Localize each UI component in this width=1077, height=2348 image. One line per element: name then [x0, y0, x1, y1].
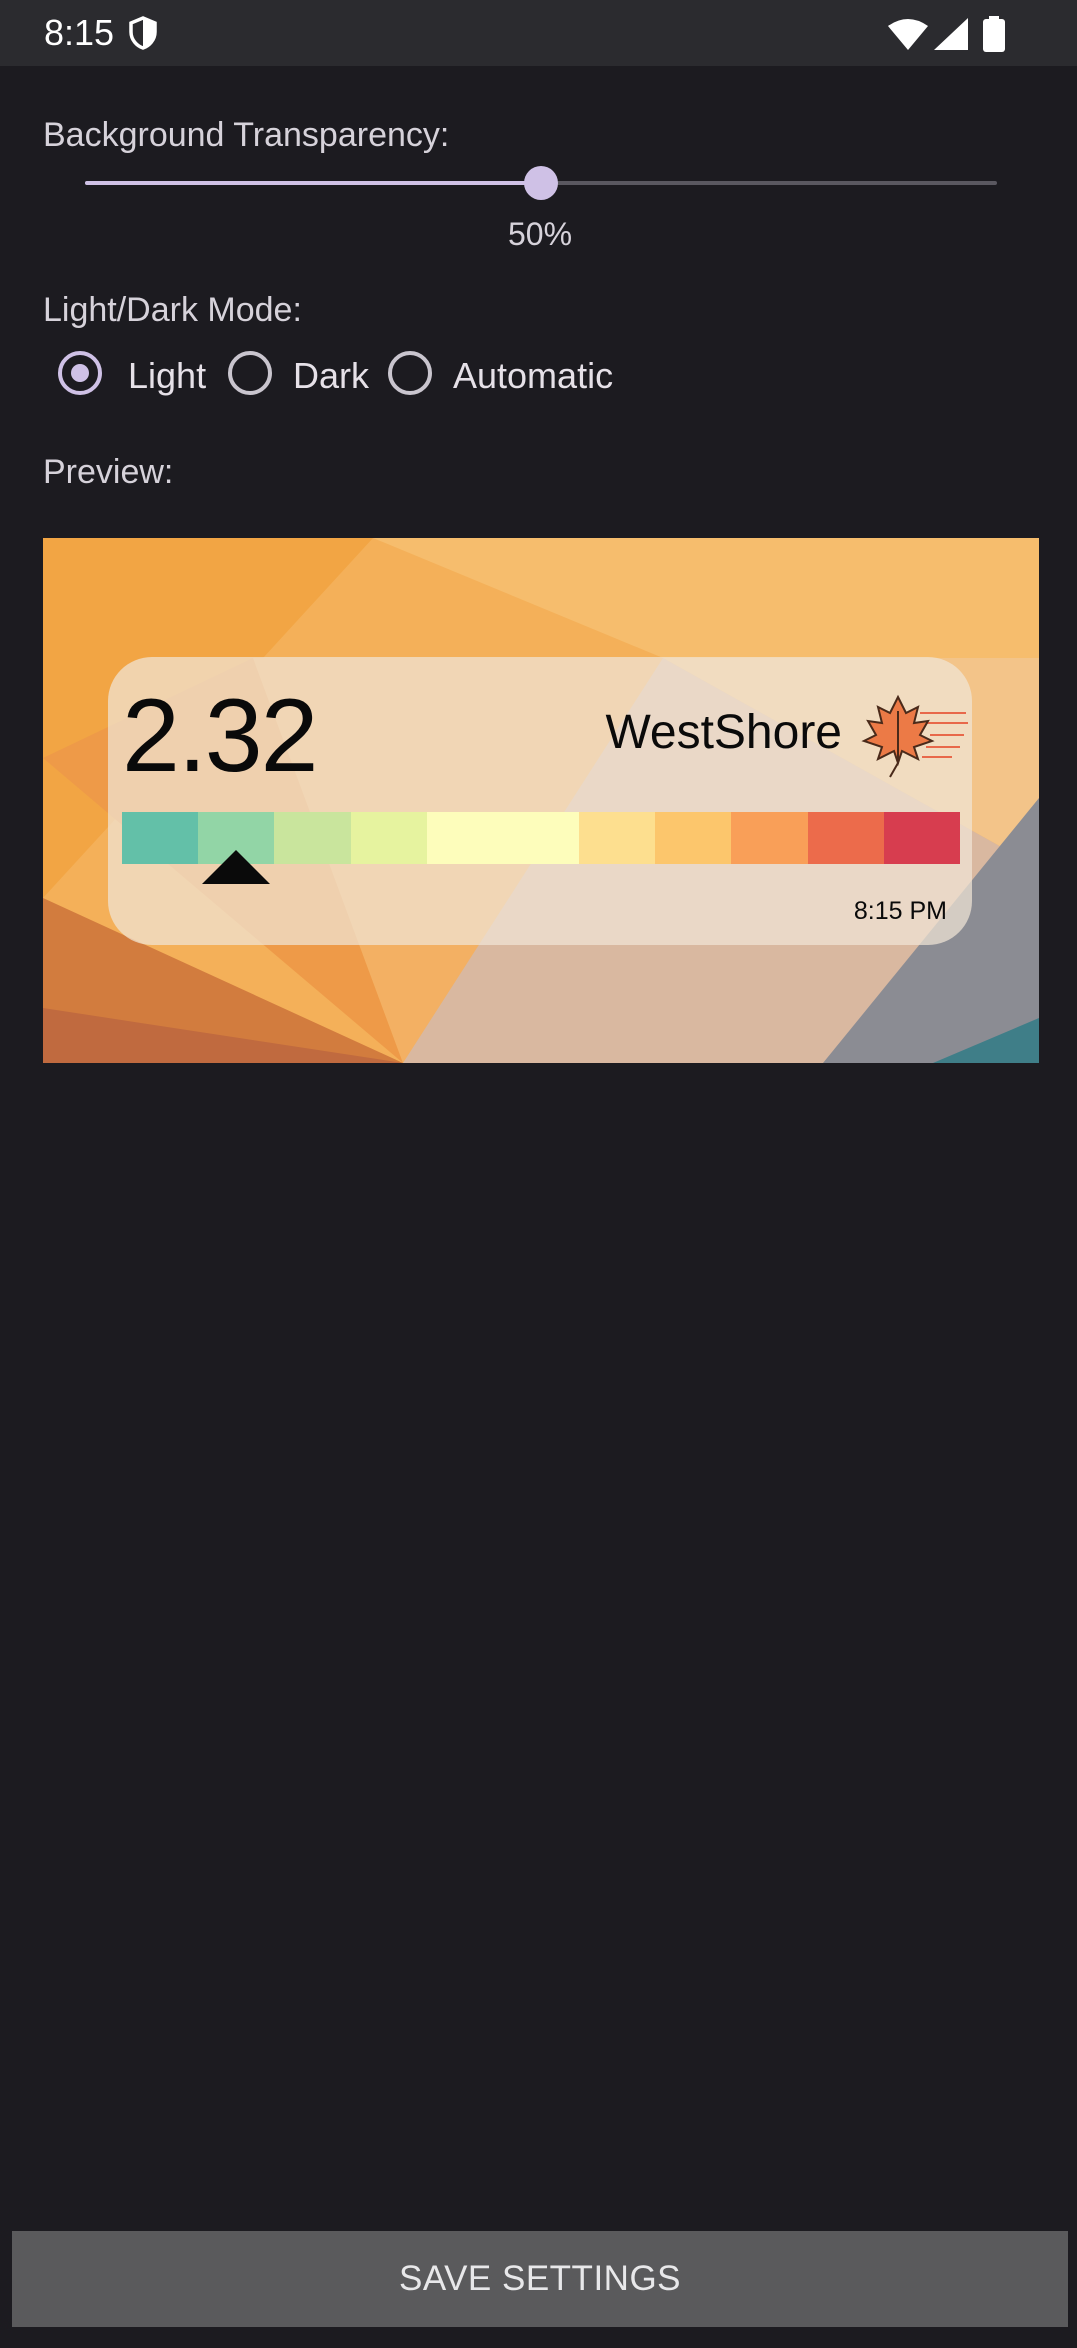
updated-time: 8:15 PM: [853, 897, 947, 925]
slider-fill: [85, 181, 541, 185]
transparency-label: Background Transparency:: [43, 116, 450, 154]
widget-preview: 2.32 WestShore 8:15 PM: [43, 538, 1039, 1063]
radio-dark[interactable]: [228, 351, 272, 395]
status-time: 8:15: [44, 12, 115, 53]
status-bar: 8:15: [0, 0, 1077, 66]
mode-label: Light/Dark Mode:: [43, 291, 302, 329]
scale-segment: [731, 812, 808, 864]
battery-icon: [983, 16, 1005, 57]
preview-label: Preview:: [43, 453, 174, 491]
save-settings-button[interactable]: SAVE SETTINGS: [12, 2231, 1068, 2327]
scale-segment: [502, 812, 580, 864]
scale-segment: [883, 812, 960, 864]
scale-segment: [274, 812, 351, 864]
scale-segment: [426, 812, 503, 864]
maple-leaf-icon: [861, 694, 968, 778]
signal-icon: [934, 18, 968, 55]
scale-pointer: [202, 850, 271, 884]
wifi-icon: [888, 18, 928, 55]
scale-segment: [579, 812, 656, 864]
transparency-value: 50%: [508, 216, 573, 252]
slider-thumb[interactable]: [524, 166, 558, 200]
scale-segment: [655, 812, 732, 864]
scale-segment: [350, 812, 427, 864]
aqi-widget: 2.32 WestShore 8:15 PM: [108, 657, 972, 945]
radio-light-label[interactable]: Light: [128, 355, 206, 397]
shield-icon: [128, 16, 158, 55]
radio-automatic[interactable]: [388, 351, 432, 395]
radio-automatic-label[interactable]: Automatic: [453, 355, 613, 397]
scale-segment: [807, 812, 884, 864]
radio-light[interactable]: [58, 351, 102, 395]
location-name: WestShore: [605, 706, 842, 759]
scale-segment: [122, 812, 199, 864]
aqi-value: 2.32: [122, 678, 318, 794]
radio-dark-label[interactable]: Dark: [293, 355, 369, 397]
radio-light-dot: [71, 364, 89, 382]
